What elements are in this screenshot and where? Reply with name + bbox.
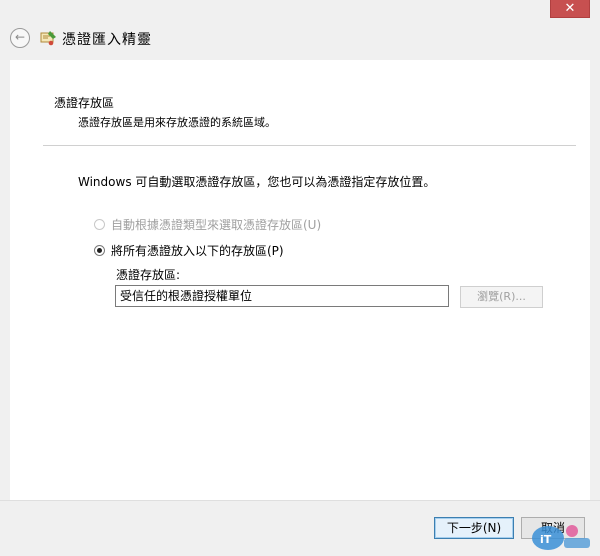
radio-auto-label: 自動根據憑證類型來選取憑證存放區(U) xyxy=(111,218,322,232)
section-description: 憑證存放區是用來存放憑證的系統區域。 xyxy=(78,116,276,129)
radio-button-manual[interactable] xyxy=(94,245,105,256)
close-button[interactable]: ✕ xyxy=(550,0,590,18)
wizard-title: 憑證匯入精靈 xyxy=(62,32,152,48)
certificate-store-field: 受信任的根憑證授權單位 xyxy=(115,285,449,307)
certificate-wizard-icon xyxy=(40,31,56,46)
back-arrow-icon[interactable]: ← xyxy=(10,28,30,48)
wizard-header: ← 憑證匯入精靈 xyxy=(0,20,600,60)
radio-manual-label[interactable]: 將所有憑證放入以下的存放區(P) xyxy=(111,242,284,259)
intro-text: Windows 可自動選取憑證存放區，您也可以為憑證指定存放位置。 xyxy=(78,175,436,189)
radio-place-in-store[interactable]: 將所有憑證放入以下的存放區(P) xyxy=(94,242,284,259)
svg-text:iT: iT xyxy=(540,533,552,546)
store-field-label: 憑證存放區: xyxy=(116,268,181,282)
divider xyxy=(43,145,576,146)
section-title: 憑證存放區 xyxy=(54,96,115,110)
next-button[interactable]: 下一步(N) xyxy=(434,517,514,539)
radio-button-auto xyxy=(94,219,105,230)
browse-button: 瀏覽(R)... xyxy=(460,286,543,308)
watermark-logo: iT xyxy=(532,525,590,550)
wizard-page: 憑證存放區 憑證存放區是用來存放憑證的系統區域。 Windows 可自動選取憑證… xyxy=(10,60,590,500)
radio-auto-select-store: 自動根據憑證類型來選取憑證存放區(U) xyxy=(94,216,321,233)
footer-divider xyxy=(0,500,600,501)
